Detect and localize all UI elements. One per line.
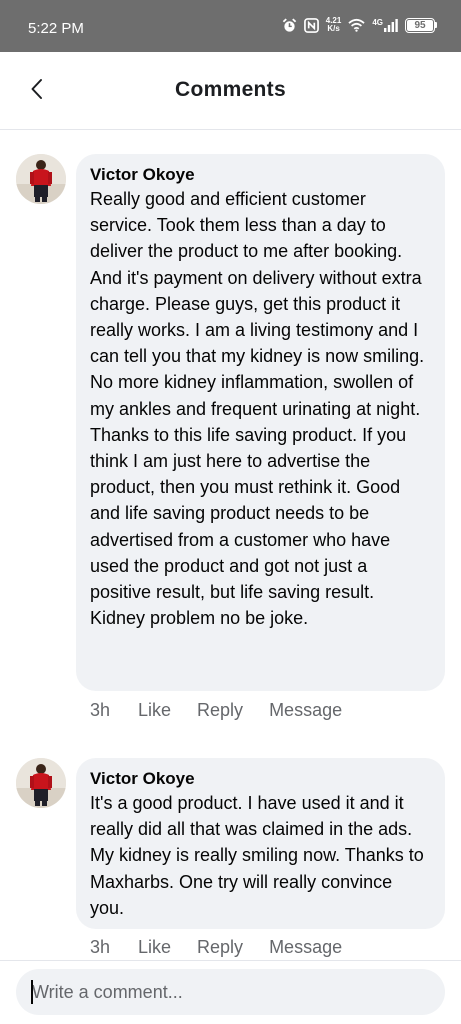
comment-text: It's a good product. I have used it and … xyxy=(90,793,424,918)
comment-actions: 3h Like Reply Message xyxy=(90,700,368,721)
comment-bubble: Victor Okoye It's a good product. I have… xyxy=(76,758,445,929)
comment-text: Really good and efficient customer servi… xyxy=(90,189,425,629)
page-title: Comments xyxy=(175,78,286,101)
battery-icon: 95 xyxy=(405,17,437,33)
speed-unit: K/s xyxy=(327,24,340,33)
comment-author[interactable]: Victor Okoye xyxy=(90,768,431,790)
header: Comments xyxy=(0,52,461,130)
battery-level: 95 xyxy=(407,19,433,31)
comment-author[interactable]: Victor Okoye xyxy=(90,164,431,186)
comment-time: 3h xyxy=(90,700,111,720)
message-button[interactable]: Message xyxy=(269,937,342,958)
comment-input[interactable] xyxy=(16,969,445,1015)
message-button[interactable]: Message xyxy=(269,700,342,721)
comment-time: 3h xyxy=(90,937,111,957)
reply-button[interactable]: Reply xyxy=(197,937,243,958)
wifi-icon xyxy=(348,18,365,32)
signal-icon: 4G xyxy=(372,17,398,32)
comment-bubble: Victor Okoye Really good and efficient c… xyxy=(76,154,445,691)
nfc-icon xyxy=(303,17,319,33)
network-speed: 4.21 K/s xyxy=(326,17,342,33)
like-button[interactable]: Like xyxy=(138,700,171,721)
comment-actions: 3h Like Reply Message xyxy=(90,937,368,958)
status-bar: 5:22 PM 4.21 K/s 4G 95 xyxy=(0,0,461,52)
like-button[interactable]: Like xyxy=(138,937,171,958)
status-time: 5:22 PM xyxy=(28,20,84,37)
avatar[interactable] xyxy=(16,154,66,204)
avatar[interactable] xyxy=(16,758,66,808)
alarm-icon xyxy=(282,17,297,33)
comment-composer xyxy=(0,960,461,1024)
reply-button[interactable]: Reply xyxy=(197,700,243,721)
status-icons: 4.21 K/s 4G 95 xyxy=(282,17,437,33)
network-type: 4G xyxy=(372,17,383,27)
text-cursor xyxy=(31,980,33,1004)
